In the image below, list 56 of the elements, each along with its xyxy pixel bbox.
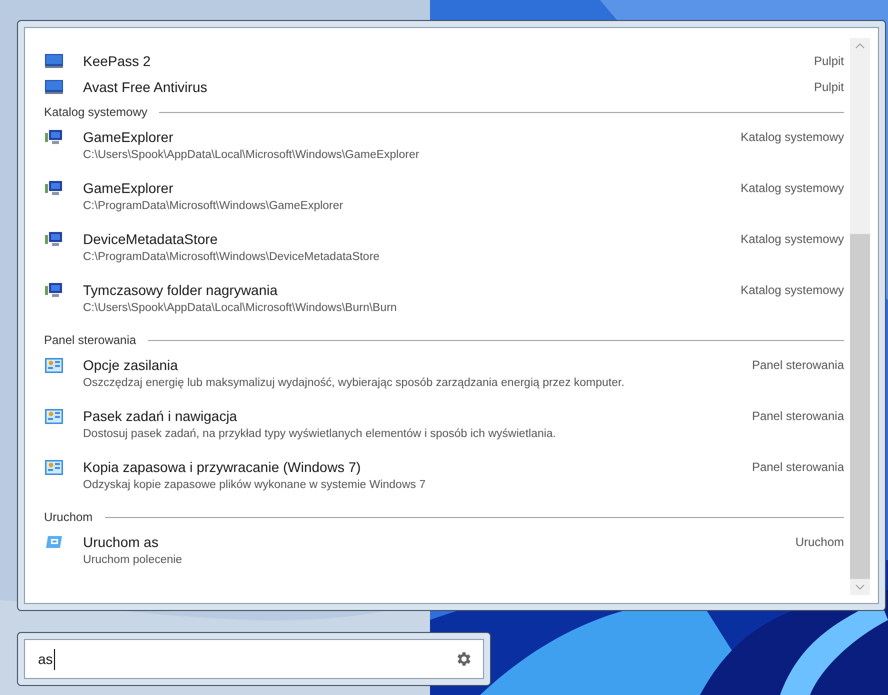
search-text: as <box>38 648 55 670</box>
item-name: GameExplorer <box>83 179 174 197</box>
item-category: Katalog systemowy <box>740 231 844 248</box>
result-item[interactable]: Pasek zadań i nawigacja Dostosuj pasek zadań, na przykład typy wyświetlanych elementów i sposób ich wyświetlania. Panel sterowania <box>45 403 850 454</box>
result-item[interactable]: Avast Free Antivirus Pulpit <box>45 74 850 100</box>
result-item[interactable]: Opcje zasilania Oszczędzaj energię lub maksymalizuj wydajność, wybierając sposób zarządzania energią przez komputer. Panel sterowania <box>45 352 850 403</box>
item-category: Pulpit <box>814 79 844 96</box>
item-category: Katalog systemowy <box>740 129 844 146</box>
item-path: Odzyskaj kopie zapasowe plików wykonane w systemie Windows 7 <box>83 478 427 493</box>
computer-icon <box>45 283 63 298</box>
item-name: Pasek zadań i nawigacja <box>83 407 238 425</box>
search-field[interactable]: as <box>24 639 484 679</box>
item-category: Panel sterowania <box>752 459 844 476</box>
result-item[interactable]: Tymczasowy folder nagrywania C:\Users\Spook\AppData\Local\Microsoft\Windows\Burn\Burn Katalog systemowy <box>45 277 850 328</box>
computer-icon <box>45 232 63 247</box>
result-item[interactable]: DeviceMetadataStore C:\ProgramData\Microsoft\Windows\DeviceMetadataStore Katalog systemowy <box>45 226 850 277</box>
group-header: Panel sterowania <box>44 332 136 349</box>
item-name: Opcje zasilania <box>83 356 179 374</box>
control-panel-icon <box>45 358 63 373</box>
scroll-thumb[interactable] <box>850 234 870 579</box>
item-category: Pulpit <box>814 53 844 70</box>
item-path: C:\Users\Spook\AppData\Local\Microsoft\Windows\Burn\Burn <box>83 301 398 316</box>
monitor-icon <box>45 80 63 94</box>
item-category: Katalog systemowy <box>740 282 844 299</box>
item-category: Katalog systemowy <box>740 180 844 197</box>
item-name: Tymczasowy folder nagrywania <box>83 281 279 299</box>
run-icon <box>45 535 63 549</box>
computer-icon <box>45 130 63 145</box>
item-path: C:\ProgramData\Microsoft\Windows\GameExplorer <box>83 199 344 214</box>
result-item[interactable]: Kopia zapasowa i przywracanie (Windows 7) Odzyskaj kopie zapasowe plików wykonane w systemie Windows 7 Panel sterowania <box>45 454 850 505</box>
monitor-icon <box>45 54 63 68</box>
item-category: Uruchom <box>795 534 844 551</box>
settings-icon[interactable] <box>455 650 473 668</box>
item-name: DeviceMetadataStore <box>83 230 219 248</box>
item-path: Uruchom polecenie <box>83 553 184 568</box>
result-item[interactable]: KeePass 2 Pulpit <box>45 48 850 74</box>
control-panel-icon <box>45 409 63 424</box>
item-name: Uruchom as <box>83 533 160 551</box>
group-header: Uruchom <box>44 509 93 526</box>
item-name: GameExplorer <box>83 128 174 146</box>
result-item[interactable]: GameExplorer C:\ProgramData\Microsoft\Windows\GameExplorer Katalog systemowy <box>45 175 850 226</box>
item-name: Kopia zapasowa i przywracanie (Windows 7) <box>83 458 362 476</box>
item-path: Dostosuj pasek zadań, na przykład typy wyświetlanych elementów i sposób ich wyświetlania. <box>83 427 558 442</box>
item-name: Avast Free Antivirus <box>83 78 208 96</box>
item-path: C:\ProgramData\Microsoft\Windows\DeviceMetadataStore <box>83 250 381 265</box>
item-path: C:\Users\Spook\AppData\Local\Microsoft\Windows\GameExplorer <box>83 148 420 163</box>
item-name: KeePass 2 <box>83 52 152 70</box>
item-category: Panel sterowania <box>752 357 844 374</box>
computer-icon <box>45 181 63 196</box>
control-panel-icon <box>45 460 63 475</box>
group-header: Katalog systemowy <box>44 104 148 121</box>
item-category: Panel sterowania <box>752 408 844 425</box>
result-item[interactable]: GameExplorer C:\Users\Spook\AppData\Local\Microsoft\Windows\GameExplorer Katalog systemowy <box>45 124 850 175</box>
scrollbar[interactable] <box>850 38 870 595</box>
result-item[interactable]: Uruchom as Uruchom polecenie Uruchom <box>45 529 850 580</box>
item-path: Oszczędzaj energię lub maksymalizuj wydajność, wybierając sposób zarządzania energią przez komputer. <box>83 376 626 391</box>
